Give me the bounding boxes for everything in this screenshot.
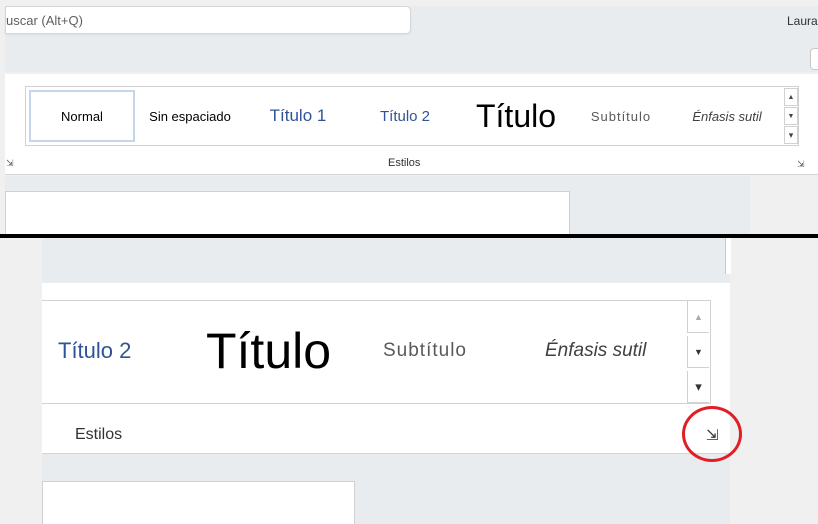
gallery-scroll-down-icon[interactable]: ▼: [784, 107, 798, 125]
highlight-circle: [682, 406, 742, 462]
style-label: Énfasis sutil: [692, 108, 762, 124]
group-label-estilos: Estilos: [388, 157, 421, 169]
gallery-scroll-up-icon[interactable]: ▲: [784, 88, 798, 106]
zoomed-group-label-estilos: Estilos: [75, 426, 123, 443]
zoomed-styles-gallery: Título 2 Título Subtítulo Énfasis sutil …: [42, 300, 711, 404]
style-label: Sin espaciado: [149, 108, 231, 124]
style-label: Título 2: [379, 107, 431, 125]
user-name[interactable]: Laura: [787, 14, 818, 28]
styles-dialog-launcher-icon[interactable]: ⇲: [797, 159, 805, 170]
styles-gallery: Normal Sin espaciado Título 1 Título 2 T…: [25, 86, 799, 146]
search-placeholder: uscar (Alt+Q): [6, 13, 83, 28]
style-label: Título: [475, 97, 557, 134]
style-subtitulo[interactable]: Subtítulo: [575, 90, 667, 142]
document-page[interactable]: [5, 191, 570, 237]
style-label: Énfasis sutil: [545, 340, 647, 361]
style-titulo[interactable]: Título: [460, 90, 572, 142]
style-sin-espaciado[interactable]: Sin espaciado: [138, 90, 242, 142]
zoomed-outer-edge: [730, 238, 818, 524]
style-titulo-2[interactable]: Título 2: [354, 90, 456, 142]
style-label: Título 2: [58, 338, 132, 363]
search-box[interactable]: uscar (Alt+Q): [5, 6, 411, 34]
zoomed-style-titulo[interactable]: Título: [206, 321, 331, 381]
style-label: Normal: [61, 108, 103, 124]
zoomed-style-enfasis-sutil[interactable]: Énfasis sutil: [545, 321, 646, 381]
style-label: Título: [206, 323, 332, 379]
style-titulo-1[interactable]: Título 1: [245, 90, 351, 142]
zoomed-scroll-down-icon[interactable]: ▼: [687, 336, 709, 368]
zoomed-document-page: [42, 481, 355, 524]
style-label: Título 1: [269, 106, 327, 125]
style-normal[interactable]: Normal: [29, 90, 135, 142]
dialog-launcher-icon[interactable]: ⇲: [6, 158, 14, 169]
canvas-edge: [750, 176, 818, 236]
zoomed-scroll-up-icon[interactable]: ▲: [687, 301, 709, 333]
zoomed-style-subtitulo[interactable]: Subtítulo: [383, 321, 467, 381]
zoomed-more-icon[interactable]: ▾: [687, 371, 709, 403]
style-enfasis-sutil[interactable]: Énfasis sutil: [672, 90, 782, 142]
gallery-more-icon[interactable]: ▾: [784, 126, 798, 144]
style-label: Subtítulo: [590, 108, 652, 124]
zoomed-share-edge: [725, 238, 731, 274]
style-label: Subtítulo: [383, 340, 467, 361]
share-button-edge[interactable]: [810, 48, 818, 70]
zoomed-style-titulo-2[interactable]: Título 2: [58, 321, 131, 381]
